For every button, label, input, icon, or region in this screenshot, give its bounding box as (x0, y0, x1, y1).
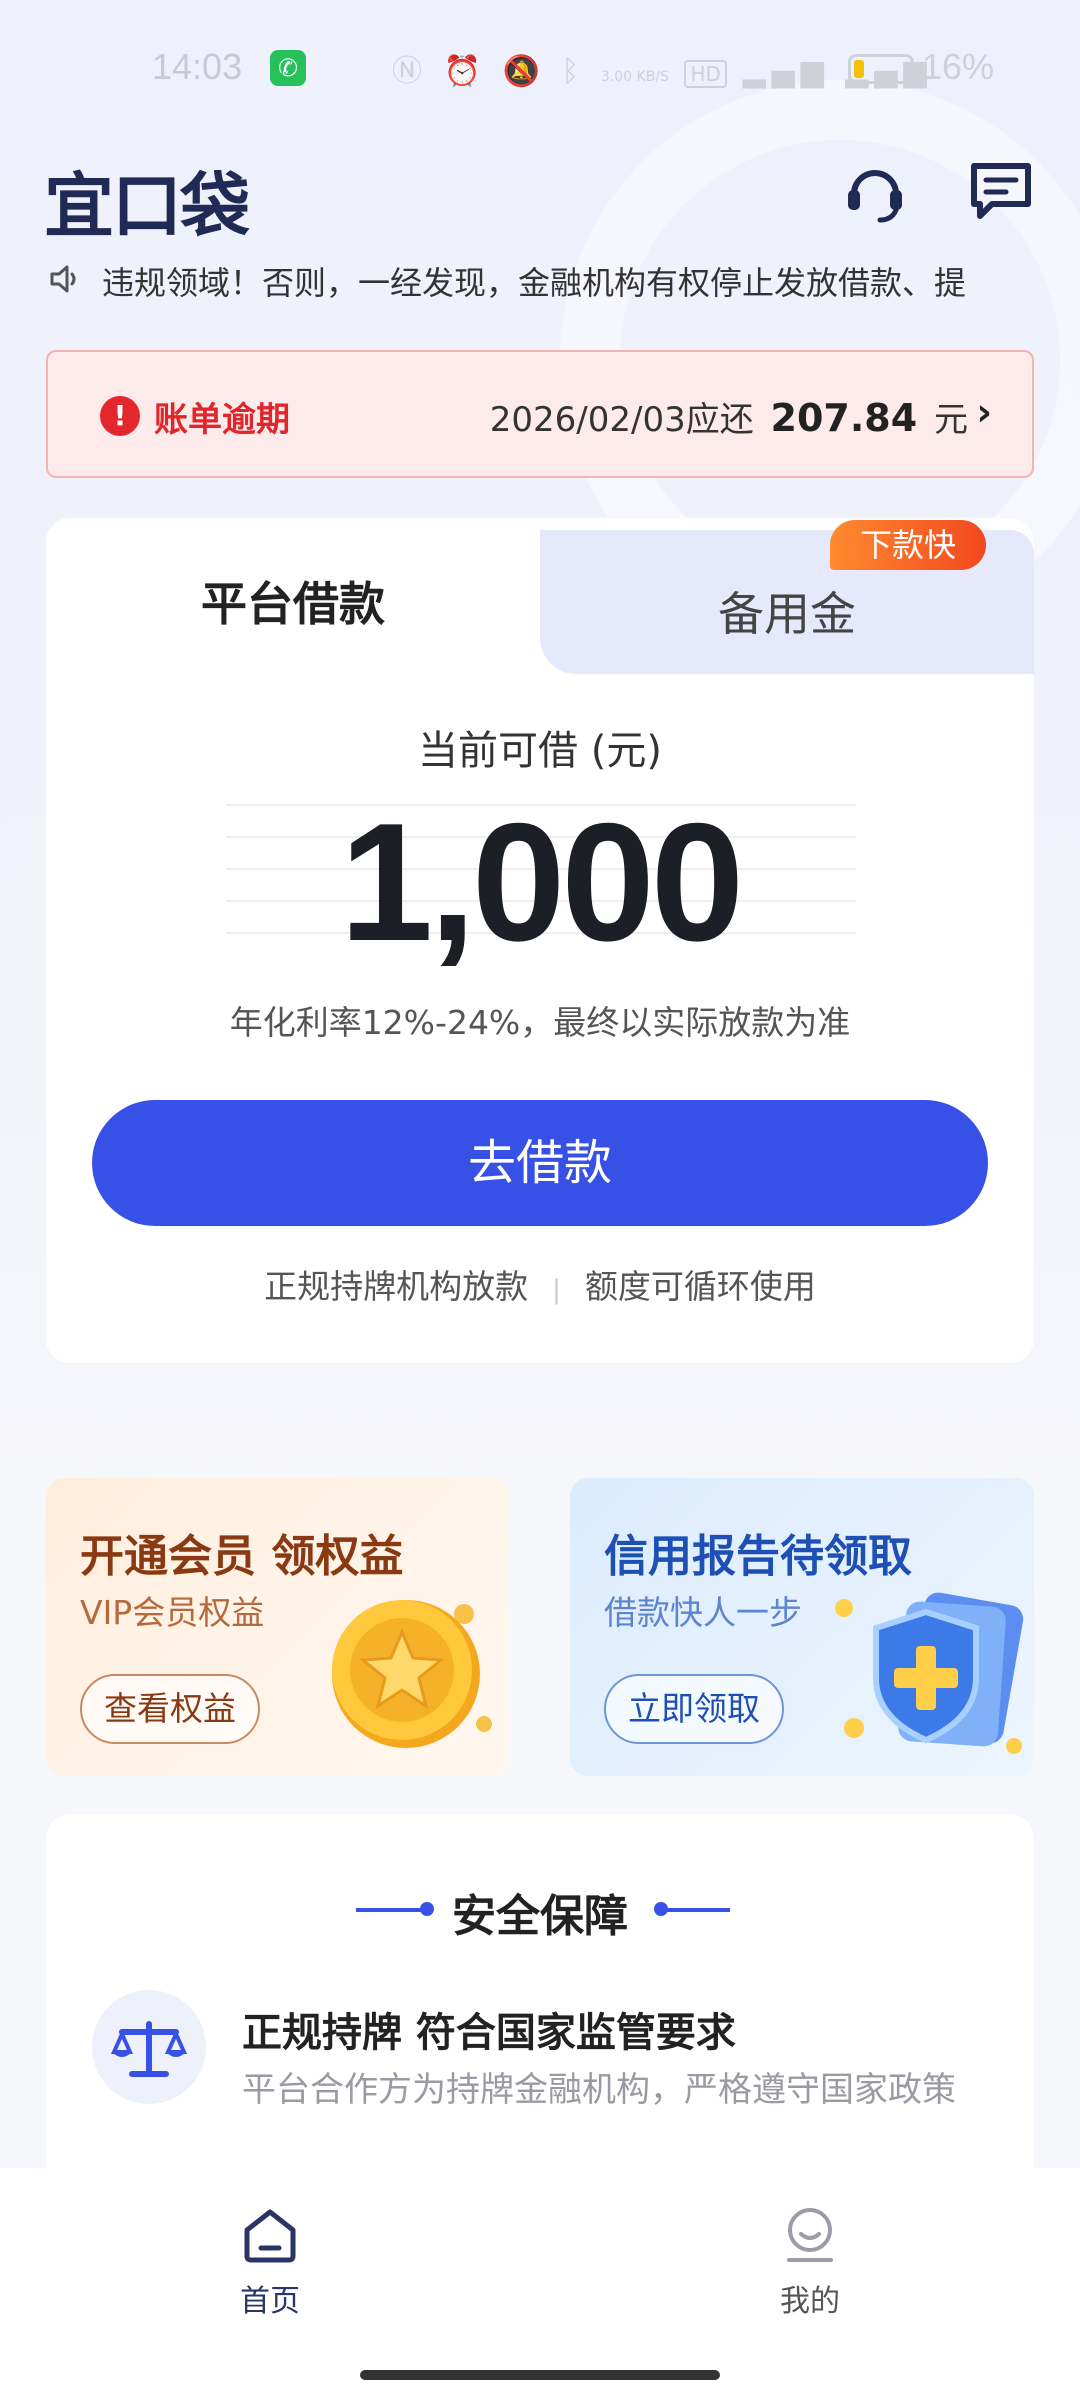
nav-mine[interactable]: 我的 (710, 2204, 910, 2320)
nav-home[interactable]: 首页 (170, 2204, 370, 2320)
net-speed: 3.00 KB/S (600, 69, 669, 85)
tab-backup-fund-label: 备用金 (718, 587, 856, 641)
overdue-title: 账单逾期 (154, 400, 290, 440)
bluetooth-icon: ᛒ (561, 54, 586, 89)
tab-platform-loan-label: 平台借款 (201, 577, 385, 631)
scale-icon (92, 1990, 206, 2104)
available-amount: 1,000 (339, 788, 744, 976)
vip-promo-subtitle: VIP会员权益 (80, 1593, 265, 1632)
notice-text: 违规领域！否则，一经发现，金融机构有权停止发放借款、提 (102, 264, 967, 302)
due-amount: 207.84 (770, 396, 918, 440)
headset-icon[interactable] (840, 156, 910, 226)
overdue-banner[interactable]: ! 账单逾期 2026/02/03应还 207.84 元 › (46, 350, 1034, 478)
call-icon: ✆ (270, 50, 306, 86)
vip-promo-card[interactable]: 开通会员 领权益 VIP会员权益 查看权益 (46, 1478, 510, 1776)
divider: | (552, 1275, 561, 1305)
notice-marquee[interactable]: 违规领域！否则，一经发现，金融机构有权停止发放借款、提 (48, 258, 1038, 308)
overdue-detail: 2026/02/03应还 207.84 元 (490, 392, 968, 441)
security-title: 安全保障 (452, 1891, 628, 1942)
bottom-nav: 首页 我的 (0, 2168, 1080, 2400)
signal-icon: ▂▄▆ (742, 54, 830, 89)
hd-icon: HD (684, 60, 727, 88)
credit-promo-subtitle: 借款快人一步 (604, 1593, 802, 1632)
status-time: 14:03 (152, 46, 243, 87)
feature-revolving: 额度可循环使用 (584, 1267, 816, 1306)
mute-icon: 🔕 (502, 54, 546, 89)
available-label: 当前可借 (元) (418, 728, 662, 774)
rate-note: 年化利率12%-24%，最终以实际放款为准 (229, 1003, 851, 1042)
view-benefits-button[interactable]: 查看权益 (80, 1674, 260, 1744)
shield-icon (814, 1578, 1034, 1772)
security-item-title: 正规持牌 符合国家监管要求 (242, 2010, 736, 2056)
chevron-right-icon: › (976, 390, 992, 434)
claim-now-button[interactable]: 立即领取 (604, 1674, 784, 1744)
battery-level (854, 60, 864, 78)
fast-disbursement-badge: 下款快 (830, 520, 986, 570)
status-bar: 14:03 ✆ Ⓝ ⏰ 🔕 ᛒ 3.00 KB/S HD ▂▄▆ ▂▄▆ 16% (0, 0, 1080, 130)
loan-card: 平台借款 备用金 当前可借 (元) 1,000 年化利率12%-24%，最终以实… (46, 518, 1034, 1363)
battery-percent: 16% (922, 46, 995, 87)
message-icon[interactable] (966, 156, 1036, 226)
nav-home-label: 首页 (240, 2284, 300, 2319)
borrow-button[interactable]: 去借款 (92, 1100, 988, 1226)
feature-licensed: 正规持牌机构放款 (264, 1267, 529, 1306)
home-icon (244, 2209, 296, 2263)
credit-report-promo-card[interactable]: 信用报告待领取 借款快人一步 立即领取 (570, 1478, 1034, 1776)
alarm-icon: ⏰ (443, 54, 487, 89)
nav-mine-label: 我的 (780, 2284, 840, 2319)
nfc-icon: Ⓝ (392, 54, 428, 89)
profile-icon (787, 2208, 833, 2262)
home-indicator[interactable] (360, 2370, 720, 2380)
title-decoration (660, 1908, 730, 1912)
app-logo: 宜口袋 (44, 165, 250, 247)
due-unit: 元 (934, 400, 968, 440)
due-text: 2026/02/03应还 (489, 400, 754, 440)
credit-promo-title: 信用报告待领取 (604, 1531, 912, 1582)
loan-features: 正规持牌机构放款 | 额度可循环使用 (46, 1260, 1034, 1308)
speaker-icon (48, 260, 88, 308)
gold-coin-icon (314, 1574, 494, 1758)
alert-icon: ! (100, 396, 140, 436)
security-item-desc: 平台合作方为持牌金融机构，严格遵守国家政策 (242, 2070, 956, 2110)
